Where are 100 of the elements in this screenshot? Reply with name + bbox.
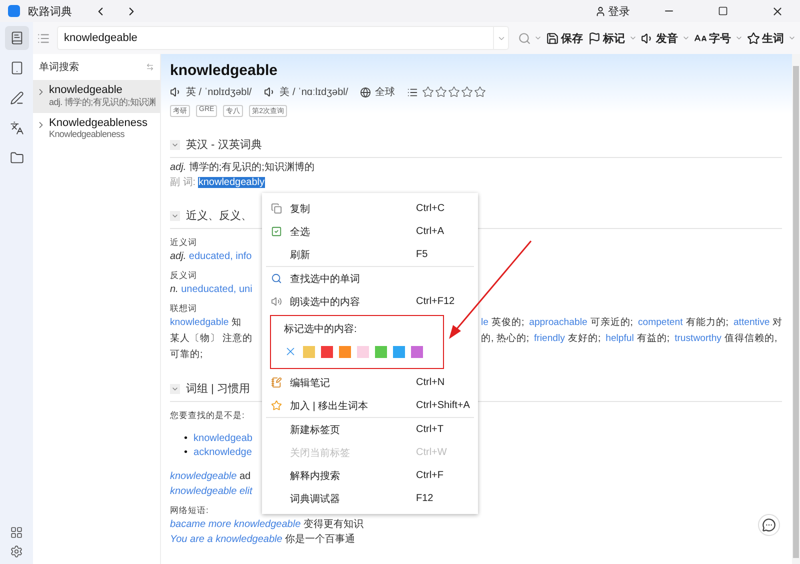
toolbar-button[interactable]: 发音 [640,30,679,46]
star-icon [270,400,282,411]
meaning-text: 可亲近的; [590,317,633,328]
word-link[interactable]: info [236,251,252,262]
speaker-icon[interactable] [264,86,276,98]
word-link[interactable]: competent [638,317,683,328]
swap-icon[interactable] [146,63,154,71]
suggestion-link[interactable]: acknowledge [194,447,252,458]
caret-icon[interactable] [788,34,796,42]
bullet-marker: • [184,447,188,458]
toolbar-button[interactable]: 保存 [545,30,584,46]
settings-icon[interactable] [10,545,23,558]
collapse-button[interactable] [170,210,180,220]
star-icon[interactable] [474,86,486,98]
translate-icon [10,121,24,135]
caret-icon[interactable] [629,34,637,42]
search-field[interactable]: knowledgeable [57,26,493,50]
section-title: 英汉 - 汉英词典 [186,138,262,152]
word-link[interactable]: approachable [529,317,588,328]
meaning-text: 值得信赖的, [724,333,778,344]
toolbar-button[interactable]: 字号 [693,30,732,46]
book-icon [10,31,24,45]
separator: , [233,284,238,295]
scrollbar[interactable] [792,54,800,564]
star-icon[interactable] [422,86,434,98]
menu-item[interactable]: 朗读选中的内容 Ctrl+F12 [262,290,478,313]
word-link[interactable]: trustworthy [674,333,722,344]
phrase-link[interactable]: knowledgeable elit [170,486,252,497]
window-title: 欧路词典 [28,4,72,18]
caption: 联想词 [170,302,197,315]
menu-item[interactable]: 解释内搜索 Ctrl+F [262,464,478,487]
menu-item[interactable]: 全选 Ctrl+A [262,220,478,243]
color-swatch[interactable] [375,346,387,358]
caption: 您要查找的是不是: [170,409,244,422]
word-list-item[interactable]: Knowledgeableness Knowledgeableness [33,113,160,143]
phrase-meaning: 你是一个百事通 [284,534,356,545]
rail-button[interactable] [4,26,28,50]
save-icon [546,32,559,44]
phrase-link[interactable]: knowledgeable [170,471,237,482]
word-link[interactable]: attentive [733,317,770,328]
clear-mark-button[interactable] [284,345,297,358]
toolbar-button[interactable]: 标记 [587,30,626,46]
star-icon[interactable] [461,86,474,98]
definition: adj. 博学的;有见识的;知识渊博的 [170,160,314,175]
star-icon[interactable] [435,86,448,98]
meaning-text: 某人〔物〕 注意的 [170,333,253,344]
caret-icon[interactable] [735,34,743,42]
caret-icon[interactable] [682,34,690,42]
word-link[interactable]: educated [188,251,230,262]
toolbar-button[interactable]: 生词 [746,30,785,46]
suggestion-link[interactable]: knowledgeab [194,433,252,444]
meaning-text: 的, 热心的; [481,333,529,344]
color-swatch[interactable] [339,346,351,358]
word-link[interactable]: helpful [606,333,634,344]
search-icon[interactable] [518,32,531,44]
menu-item[interactable]: 编辑笔记 Ctrl+N [262,371,478,394]
color-swatch[interactable] [357,346,369,358]
star-icon [747,32,760,44]
phrase-meaning: ad [238,471,251,482]
word-link[interactable]: uneducated [181,284,234,295]
notebook-icon [270,377,282,388]
meaning-text: 知 [232,317,242,328]
menu-item[interactable]: 新建标签页 Ctrl+T [262,418,478,441]
list-icon[interactable] [407,86,418,98]
speaker-icon[interactable] [170,86,182,98]
menu-item[interactable]: 词典调试器 F12 [262,487,478,510]
meaning-text: 有益的; [636,333,670,344]
globe-icon[interactable] [360,86,372,98]
collapse-button[interactable] [170,140,180,150]
collapse-button[interactable] [170,384,180,394]
flag-icon [588,32,601,44]
word-link[interactable]: le [481,317,488,328]
close-icon [284,345,297,358]
caret-icon[interactable] [534,34,542,42]
meaning-text: 有能力的; [686,317,728,328]
menu-item[interactable]: 刷新 F5 [262,243,478,266]
app-logo-icon [8,5,20,17]
word-link[interactable]: uni [238,284,252,295]
grid-icon[interactable] [10,526,23,539]
word-link[interactable]: knowledgable [170,317,229,328]
star-icon[interactable] [448,86,460,98]
menu-item[interactable]: 复制 Ctrl+C [262,197,478,220]
word-list-item[interactable]: knowledgeable adj. 博学的;有见识的;知识渊 [33,80,160,113]
color-swatch[interactable] [303,346,315,358]
login-button[interactable]: 登录 [595,4,630,18]
tablet-icon [10,61,24,75]
menu-icon[interactable] [37,32,50,44]
menu-item[interactable]: 加入 | 移出生词本 Ctrl+Shift+A [262,394,478,417]
phrase-link[interactable]: You are a knowledgeable [170,534,282,545]
caption: 近义词 [170,236,197,249]
color-swatch[interactable] [393,346,405,358]
color-swatch[interactable] [411,346,423,358]
menu-item[interactable]: 查找选中的单词 [262,267,478,290]
phrase-link[interactable]: bacame more knowledgeable [170,519,301,530]
derived-word[interactable]: knowledgeably [198,177,265,188]
scrollbar-thumb[interactable] [793,66,799,558]
word-link[interactable]: friendly [534,333,565,344]
part-of-speech: adj. [170,251,188,262]
color-swatch[interactable] [321,346,333,358]
section-title: 词组 | 习惯用 [186,382,250,396]
